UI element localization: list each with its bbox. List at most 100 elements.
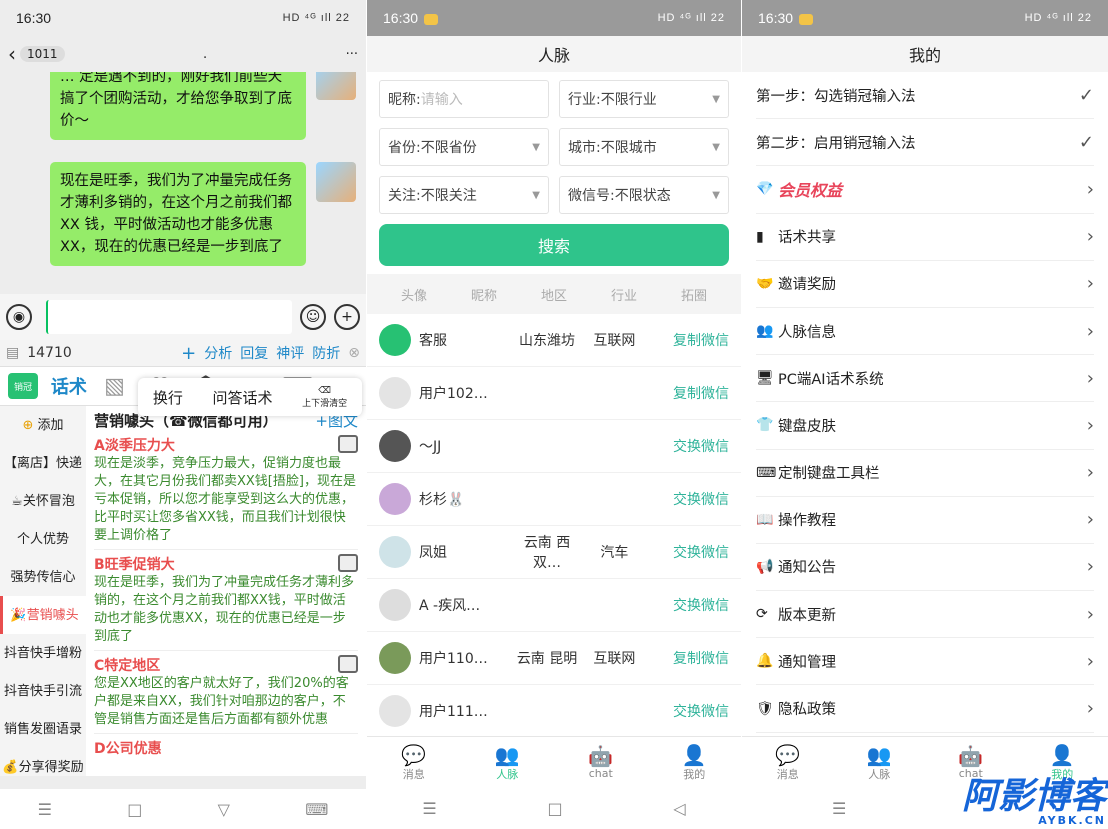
- analyze-button[interactable]: 分析: [204, 343, 232, 363]
- wechat-action-button[interactable]: 交换微信: [648, 436, 729, 456]
- wechat-action-button[interactable]: 交换微信: [648, 489, 729, 509]
- category-item[interactable]: 抖音快手引流: [0, 672, 86, 710]
- message-input[interactable]: [46, 300, 292, 334]
- tab-messages[interactable]: 💬 消息: [742, 737, 834, 788]
- wechat-select[interactable]: 微信号:不限状态 ▼: [559, 176, 729, 214]
- message-bubble[interactable]: 现在是旺季，我们为了冲量完成任务才薄利多销的，在这个月之前我们都 XX 钱，平时…: [50, 162, 306, 266]
- wechat-action-button[interactable]: 复制微信: [648, 648, 729, 668]
- table-row[interactable]: 用户102… 复制微信: [367, 367, 741, 420]
- nickname-field[interactable]: 昵称:请输入: [379, 80, 549, 118]
- category-item[interactable]: 强势传信心: [0, 558, 86, 596]
- city-select[interactable]: 城市:不限城市 ▼: [559, 128, 729, 166]
- newline-button[interactable]: 换行: [153, 387, 183, 408]
- settings-item[interactable]: ▮ 话术共享 ›: [756, 214, 1094, 261]
- settings-item[interactable]: 🛡 隐私政策 ›: [756, 685, 1094, 733]
- close-icon[interactable]: ⊗: [348, 345, 360, 361]
- settings-item[interactable]: 👕 键盘皮肤 ›: [756, 402, 1094, 450]
- tab-chat[interactable]: 🤖 chat: [554, 737, 648, 788]
- copy-icon[interactable]: [338, 655, 358, 673]
- menu-icon[interactable]: ☰: [422, 799, 436, 818]
- table-row[interactable]: 杉杉🐰 交换微信: [367, 473, 741, 526]
- table-row[interactable]: 用户110… 云南 昆明 互联网 复制微信: [367, 632, 741, 685]
- industry-select[interactable]: 行业:不限行业 ▼: [559, 80, 729, 118]
- wechat-action-button[interactable]: 复制微信: [648, 383, 729, 403]
- settings-item[interactable]: 📢 通知公告 ›: [756, 544, 1094, 592]
- category-add[interactable]: ⊕ 添加: [0, 406, 86, 444]
- home-icon[interactable]: □: [547, 799, 562, 818]
- table-row[interactable]: ～JJ 交换微信: [367, 420, 741, 473]
- back-icon[interactable]: ▽: [218, 800, 230, 819]
- avatar[interactable]: [379, 324, 411, 356]
- category-item[interactable]: 【离店】快递: [0, 444, 86, 482]
- plus-icon[interactable]: +: [334, 304, 360, 330]
- message-bubble[interactable]: … 定是遇不到的，刚好我们前些天搞了个团购活动，才给您争取到了底价～: [50, 72, 306, 140]
- category-item-active[interactable]: 🎉营销噱头: [0, 596, 86, 634]
- settings-item[interactable]: 第一步：勾选销冠输入法 ✓: [756, 72, 1094, 120]
- tab-contacts[interactable]: 👥 人脉: [834, 737, 926, 788]
- speech-tab[interactable]: 话术: [46, 373, 92, 399]
- menu-icon[interactable]: ☰: [832, 799, 846, 818]
- category-item[interactable]: ☕关怀冒泡: [0, 482, 86, 520]
- tab-messages[interactable]: 💬 消息: [367, 737, 461, 788]
- avatar[interactable]: [379, 483, 411, 515]
- table-row[interactable]: A -疾风… 交换微信: [367, 579, 741, 632]
- tab-mine[interactable]: 👤 我的: [648, 737, 742, 788]
- more-icon[interactable]: ···: [346, 47, 358, 62]
- copy-icon[interactable]: [338, 435, 358, 453]
- copy-icon[interactable]: [338, 554, 358, 572]
- settings-item[interactable]: 🔔 通知管理 ›: [756, 638, 1094, 686]
- wechat-action-button[interactable]: 交换微信: [648, 595, 729, 615]
- contact-name: 凤姐: [419, 545, 447, 561]
- back-icon[interactable]: ‹: [8, 42, 16, 66]
- settings-item[interactable]: 📖 操作教程 ›: [756, 497, 1094, 544]
- speech-item-body[interactable]: 现在是淡季，竞争压力最大，促销力度也最大，在其它月份我们都卖XX钱[捂脸]，现在…: [94, 455, 358, 550]
- avatar[interactable]: [379, 695, 411, 727]
- table-row[interactable]: 客服 山东潍坊 互联网 复制微信: [367, 314, 741, 367]
- delete-button[interactable]: ⌫ 上下滑清空: [302, 386, 347, 409]
- home-icon[interactable]: □: [127, 800, 142, 819]
- emoji-icon[interactable]: ☺: [300, 304, 326, 330]
- wechat-action-button[interactable]: 交换微信: [648, 542, 729, 562]
- speech-item-body[interactable]: 您是XX地区的客户就太好了，我们20%的客户都是来自XX，我们针对咱那边的客户，…: [94, 675, 358, 734]
- voice-icon[interactable]: ◉: [6, 304, 32, 330]
- avatar[interactable]: [316, 72, 356, 100]
- menu-icon[interactable]: ☰: [38, 800, 52, 819]
- settings-item[interactable]: 第二步：启用销冠输入法 ✓: [756, 119, 1094, 167]
- category-item[interactable]: 抖音快手增粉: [0, 634, 86, 672]
- settings-item[interactable]: 👥 人脉信息 ›: [756, 308, 1094, 356]
- avatar[interactable]: [379, 642, 411, 674]
- category-item[interactable]: 💰分享得奖励: [0, 748, 86, 786]
- message-list[interactable]: … 定是遇不到的，刚好我们前些天搞了个团购活动，才给您争取到了底价～ 现在是旺季…: [0, 72, 366, 294]
- settings-item[interactable]: ⌨ 定制键盘工具栏 ›: [756, 450, 1094, 497]
- category-item[interactable]: 个人优势: [0, 520, 86, 558]
- avatar[interactable]: [379, 536, 411, 568]
- qa-button[interactable]: 问答话术: [212, 387, 272, 408]
- tab-contacts[interactable]: 👥 人脉: [461, 737, 555, 788]
- avatar[interactable]: [379, 377, 411, 409]
- avatar[interactable]: [379, 589, 411, 621]
- image-icon[interactable]: ▧: [92, 374, 138, 399]
- app-logo[interactable]: 销冠: [8, 373, 38, 399]
- settings-item[interactable]: 🤝 邀请奖励 ›: [756, 261, 1094, 308]
- add-icon[interactable]: +: [181, 343, 196, 364]
- avatar[interactable]: [316, 162, 356, 202]
- wechat-action-button[interactable]: 复制微信: [648, 330, 729, 350]
- table-row[interactable]: 凤姐 云南 西双… 汽车 交换微信: [367, 526, 741, 579]
- comment-button[interactable]: 神评: [276, 343, 304, 363]
- fold-button[interactable]: 防折: [312, 343, 340, 363]
- keyboard-icon[interactable]: ⌨: [305, 800, 328, 819]
- reply-button[interactable]: 回复: [240, 343, 268, 363]
- speech-item-body[interactable]: 现在是旺季，我们为了冲量完成任务才薄利多销的，在这个月之前我们都XX钱，平时做活…: [94, 574, 358, 651]
- table-row[interactable]: 用户111… 交换微信: [367, 685, 741, 738]
- province-select[interactable]: 省份:不限省份 ▼: [379, 128, 549, 166]
- search-button[interactable]: 搜索: [379, 224, 729, 266]
- settings-item[interactable]: 🖥 PC端AI话术系统 ›: [756, 355, 1094, 403]
- follow-select[interactable]: 关注:不限关注 ▼: [379, 176, 549, 214]
- category-item[interactable]: 销售发圈语录: [0, 710, 86, 748]
- settings-item[interactable]: 💎 会员权益 ›: [756, 166, 1094, 214]
- menu-icon[interactable]: ▤: [6, 345, 19, 361]
- back-icon[interactable]: ◁: [673, 799, 685, 818]
- avatar[interactable]: [379, 430, 411, 462]
- wechat-action-button[interactable]: 交换微信: [648, 701, 729, 721]
- settings-item[interactable]: ⟳ 版本更新 ›: [756, 591, 1094, 639]
